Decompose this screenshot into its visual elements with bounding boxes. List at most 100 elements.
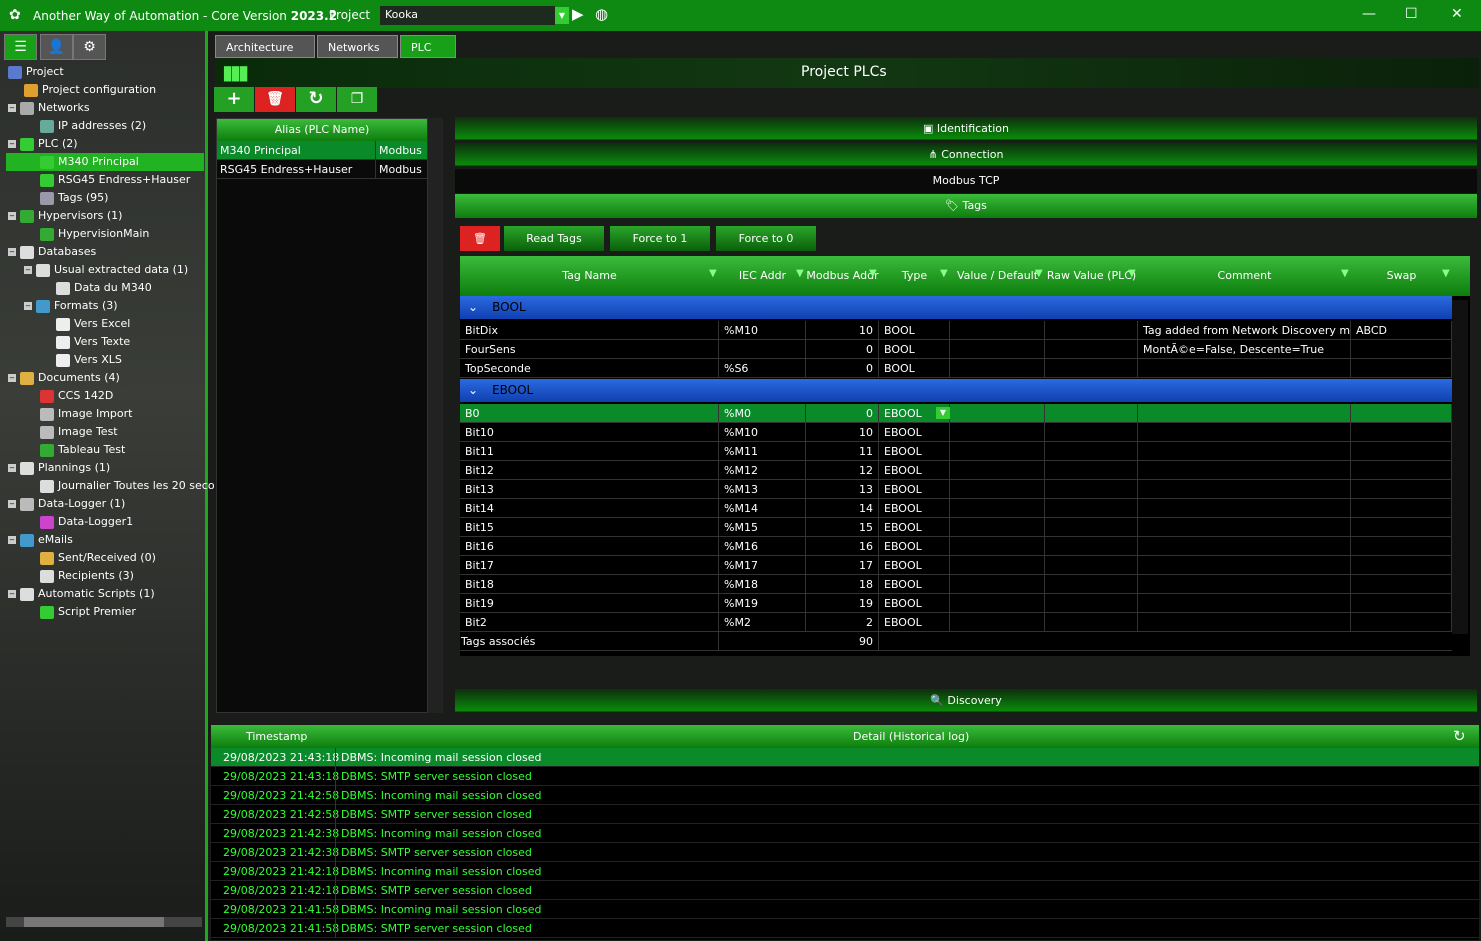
- tree-item[interactable]: Image Import: [40, 405, 132, 423]
- table-row[interactable]: BitDix %M10 10 BOOL Tag added from Network D…: [460, 321, 1452, 340]
- dropdown-icon[interactable]: ▼: [936, 407, 950, 419]
- tree-item[interactable]: Project configuration: [24, 81, 156, 99]
- collapse-icon[interactable]: −: [8, 536, 16, 544]
- log-row[interactable]: 29/08/2023 21:41:58 DBMS: Incoming mail s…: [211, 900, 1479, 919]
- table-row[interactable]: Bit11 %M11 11 EBOOL: [460, 442, 1452, 461]
- log-row[interactable]: 29/08/2023 21:42:18 DBMS: Incoming mail s…: [211, 862, 1479, 881]
- table-row[interactable]: Bit10 %M10 10 EBOOL: [460, 423, 1452, 442]
- column-header[interactable]: Value / Default: [950, 269, 1045, 282]
- filter-icon[interactable]: ▼: [1341, 268, 1349, 279]
- tree-item[interactable]: Project: [8, 63, 64, 81]
- duplicate-button[interactable]: ❐: [337, 87, 377, 112]
- project-select[interactable]: Kooka: [380, 6, 555, 25]
- filter-icon[interactable]: ▼: [940, 268, 948, 279]
- discovery-button[interactable]: 🔍 Discovery: [455, 689, 1477, 713]
- tree-item[interactable]: Recipients (3): [40, 567, 134, 585]
- tree-item[interactable]: − Usual extracted data (1): [24, 261, 188, 279]
- log-row[interactable]: 29/08/2023 21:41:58 DBMS: SMTP server ses…: [211, 919, 1479, 938]
- read-tags-button[interactable]: Read Tags: [504, 226, 604, 251]
- group-header[interactable]: ⌄ BOOL: [460, 296, 1452, 319]
- filter-icon[interactable]: ▼: [709, 268, 717, 279]
- column-header[interactable]: Comment: [1138, 269, 1351, 282]
- filter-icon[interactable]: ▼: [1442, 268, 1450, 279]
- table-row[interactable]: TopSeconde %S6 0 BOOL: [460, 359, 1452, 378]
- tree-item[interactable]: Tags (95): [40, 189, 108, 207]
- globe-icon[interactable]: ◍: [595, 5, 608, 23]
- tree-item[interactable]: Data-Logger1: [40, 513, 133, 531]
- table-row[interactable]: Bit17 %M17 17 EBOOL: [460, 556, 1452, 575]
- log-row[interactable]: 29/08/2023 21:43:18 DBMS: Incoming mail s…: [211, 748, 1479, 767]
- section-connection[interactable]: ⋔ Connection: [455, 143, 1477, 167]
- tree-item[interactable]: − Networks: [8, 99, 90, 117]
- tree-item[interactable]: − Databases: [8, 243, 96, 261]
- collapse-icon[interactable]: −: [8, 212, 16, 220]
- tree-item[interactable]: Vers Texte: [56, 333, 130, 351]
- table-row[interactable]: FourSens 0 BOOL MontÃ©e=False, Descente=Tru…: [460, 340, 1452, 359]
- force-to-0-button[interactable]: Force to 0: [716, 226, 816, 251]
- collapse-icon[interactable]: −: [8, 500, 16, 508]
- collapse-icon[interactable]: −: [8, 104, 16, 112]
- collapse-icon[interactable]: −: [24, 302, 32, 310]
- tree-item[interactable]: Journalier Toutes les 20 seco: [40, 477, 215, 495]
- maximize-button[interactable]: ☐: [1405, 6, 1418, 22]
- plc-row[interactable]: RSG45 Endress+Hauser Modbus TCP: [217, 160, 427, 179]
- tree-item[interactable]: Image Test: [40, 423, 118, 441]
- collapse-icon[interactable]: −: [24, 266, 32, 274]
- tree-item[interactable]: CCS 142D: [40, 387, 113, 405]
- plc-list-header[interactable]: Alias (PLC Name): [217, 119, 427, 141]
- tree-item[interactable]: RSG45 Endress+Hauser: [40, 171, 190, 189]
- log-row[interactable]: 29/08/2023 21:42:58 DBMS: SMTP server ses…: [211, 805, 1479, 824]
- table-row[interactable]: B0 %M0 0 EBOOL ▼: [460, 404, 1452, 423]
- tree-item[interactable]: M340 Principal: [6, 153, 204, 171]
- column-header[interactable]: IEC Addr: [719, 269, 806, 282]
- tree-item[interactable]: − Automatic Scripts (1): [8, 585, 155, 603]
- dropdown-chevron-icon[interactable]: ▼: [555, 7, 569, 24]
- filter-icon[interactable]: ▼: [1128, 268, 1136, 279]
- delete-plc-button[interactable]: 🗑: [255, 87, 295, 112]
- refresh-log-icon[interactable]: ↻: [1453, 725, 1466, 748]
- tree-item[interactable]: − Documents (4): [8, 369, 120, 387]
- refresh-button[interactable]: ↻: [296, 87, 336, 112]
- sidebar-scrollbar[interactable]: [6, 917, 202, 927]
- table-row[interactable]: Bit2 %M2 2 EBOOL: [460, 613, 1452, 632]
- tree-item[interactable]: HypervisionMain: [40, 225, 149, 243]
- collapse-icon[interactable]: −: [8, 464, 16, 472]
- run-project-button[interactable]: ▶: [572, 5, 584, 23]
- tree-item[interactable]: IP addresses (2): [40, 117, 146, 135]
- column-header[interactable]: Swap: [1351, 269, 1452, 282]
- tree-item[interactable]: Tableau Test: [40, 441, 125, 459]
- delete-tag-button[interactable]: 🗑: [460, 226, 500, 251]
- grid-scrollbar[interactable]: [1452, 300, 1468, 634]
- table-row[interactable]: Bit19 %M19 19 EBOOL: [460, 594, 1452, 613]
- column-header[interactable]: Raw Value (PLC): [1045, 269, 1138, 282]
- tree-item[interactable]: − Formats (3): [24, 297, 118, 315]
- table-row[interactable]: Bit12 %M12 12 EBOOL: [460, 461, 1452, 480]
- section-identification[interactable]: ▣ Identification: [455, 117, 1477, 141]
- tree-item[interactable]: − PLC (2): [8, 135, 78, 153]
- user-tab-icon[interactable]: 👤: [40, 34, 73, 60]
- tree-item[interactable]: − eMails: [8, 531, 73, 549]
- tree-item[interactable]: Sent/Received (0): [40, 549, 156, 567]
- tree-item[interactable]: Data du M340: [56, 279, 152, 297]
- collapse-icon[interactable]: −: [8, 248, 16, 256]
- chevron-down-icon[interactable]: ⌄: [468, 383, 478, 397]
- col-detail[interactable]: Detail (Historical log): [853, 725, 969, 748]
- force-to-1-button[interactable]: Force to 1: [610, 226, 710, 251]
- add-plc-button[interactable]: +: [214, 87, 254, 112]
- log-row[interactable]: 29/08/2023 21:42:38 DBMS: SMTP server ses…: [211, 843, 1479, 862]
- tree-item[interactable]: Vers XLS: [56, 351, 122, 369]
- table-row[interactable]: Bit18 %M18 18 EBOOL: [460, 575, 1452, 594]
- table-row[interactable]: Bit14 %M14 14 EBOOL: [460, 499, 1452, 518]
- tree-view-tab-icon[interactable]: ☰: [4, 34, 37, 60]
- minimize-button[interactable]: —: [1362, 6, 1376, 22]
- col-timestamp[interactable]: Timestamp: [246, 725, 307, 748]
- settings-tab-icon[interactable]: ⚙: [73, 34, 106, 60]
- collapse-icon[interactable]: −: [8, 590, 16, 598]
- tree-item[interactable]: − Hypervisors (1): [8, 207, 122, 225]
- group-header[interactable]: ⌄ EBOOL: [460, 379, 1452, 402]
- tab-plc[interactable]: PLC ✕: [400, 35, 456, 66]
- filter-icon[interactable]: ▼: [869, 268, 877, 279]
- collapse-icon[interactable]: −: [8, 374, 16, 382]
- log-row[interactable]: 29/08/2023 21:43:18 DBMS: SMTP server ses…: [211, 767, 1479, 786]
- filter-icon[interactable]: ▼: [796, 268, 804, 279]
